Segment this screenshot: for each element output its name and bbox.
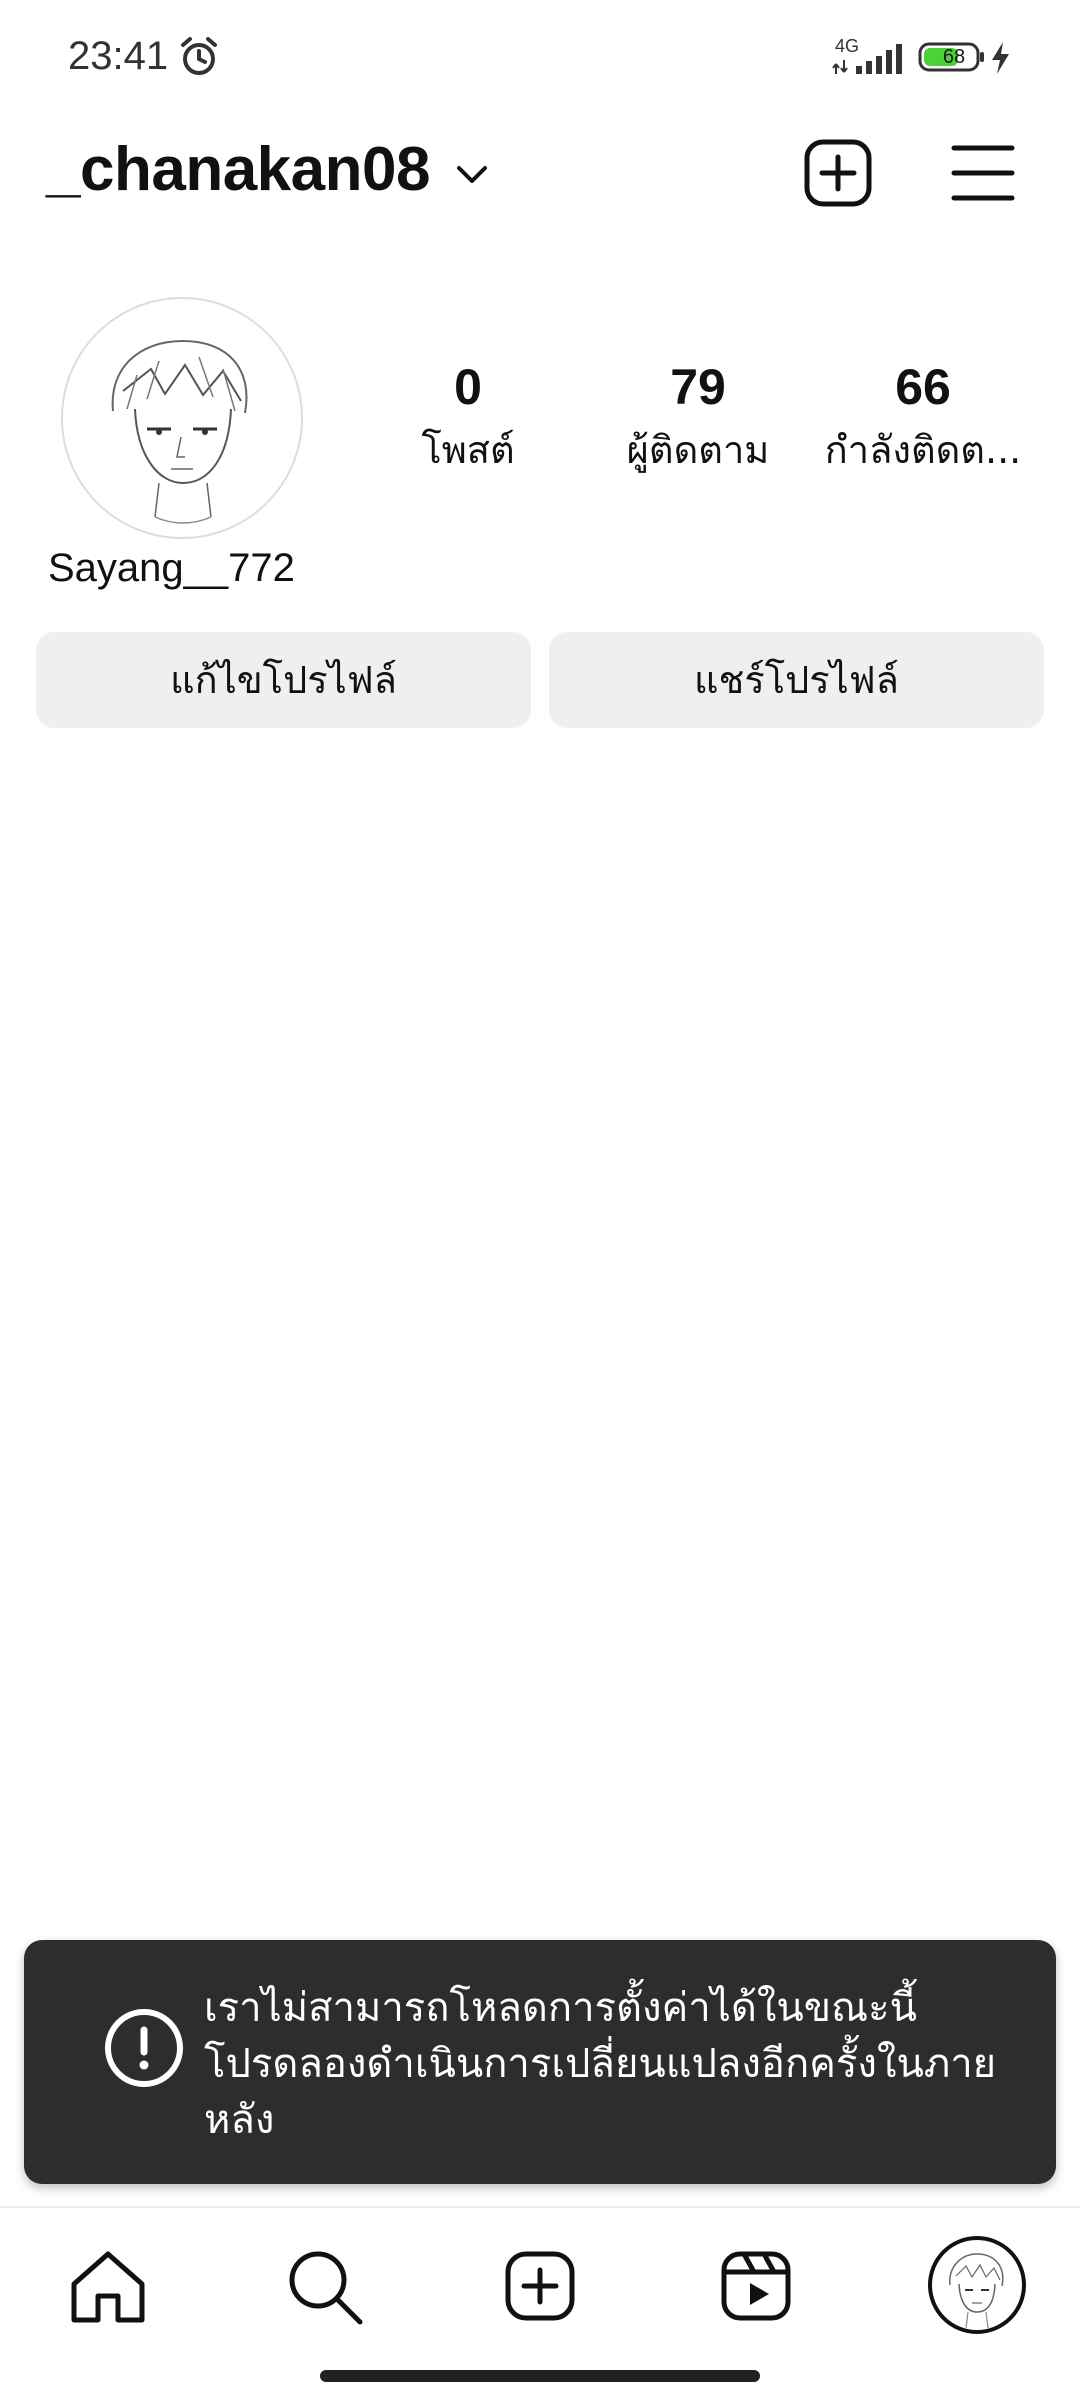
display-name: Sayang__772 [48,546,295,590]
posts-value: 0 [454,359,482,415]
following-count[interactable]: 66 กำลังติดต... [808,352,1038,478]
home-icon[interactable] [60,2238,156,2334]
followers-count[interactable]: 79 ผู้ติดตาม [578,352,818,478]
posts-label: โพสต์ [421,428,515,472]
home-indicator[interactable] [320,2370,760,2382]
info-icon [105,2009,183,2087]
toast-line-3: หลัง [204,2097,275,2143]
following-label: กำลังติดต... [824,428,1022,472]
menu-icon[interactable] [950,142,1016,204]
profile-screen: 23:41 4G 68 _chanakan08 0 โพสต์ 79 ผู้ติ… [0,0,1080,2400]
share-profile-button[interactable]: แชร์โปรไฟล์ [549,632,1044,728]
avatar[interactable] [61,297,303,539]
edit-profile-button[interactable]: แก้ไขโปรไฟล์ [36,632,531,728]
following-value: 66 [895,359,951,415]
error-toast: เราไม่สามารถโหลดการตั้งค่าได้ในขณะนี้ โป… [24,1940,1056,2184]
followers-label: ผู้ติดตาม [626,428,770,472]
chevron-down-icon[interactable] [453,160,491,188]
followers-value: 79 [670,359,726,415]
toast-message: เราไม่สามารถโหลดการตั้งค่าได้ในขณะนี้ โป… [204,1980,1034,2148]
signal-icon [832,44,902,74]
avatar-sketch-image [111,339,248,524]
battery-level: 68 [942,46,966,68]
charging-icon [992,42,1009,74]
status-time: 23:41 [68,34,169,78]
reels-icon[interactable] [708,2238,804,2334]
search-icon[interactable] [276,2238,372,2334]
profile-avatar-image [949,2253,1004,2329]
username-switcher[interactable]: _chanakan08 [46,134,430,205]
toast-line-2: โปรดลองดำเนินการเปลี่ยนแปลงอีกครั้งในภาย [204,2041,997,2087]
posts-count[interactable]: 0 โพสต์ [348,352,588,478]
alarm-icon [181,37,217,75]
bottom-divider [0,2206,1080,2208]
profile-avatar[interactable] [928,2236,1026,2334]
add-post-icon[interactable] [803,138,873,208]
status-bar: 23:41 4G 68 [0,0,1080,110]
create-icon[interactable] [492,2238,588,2334]
toast-line-1: เราไม่สามารถโหลดการตั้งค่าได้ในขณะนี้ [204,1985,917,2031]
